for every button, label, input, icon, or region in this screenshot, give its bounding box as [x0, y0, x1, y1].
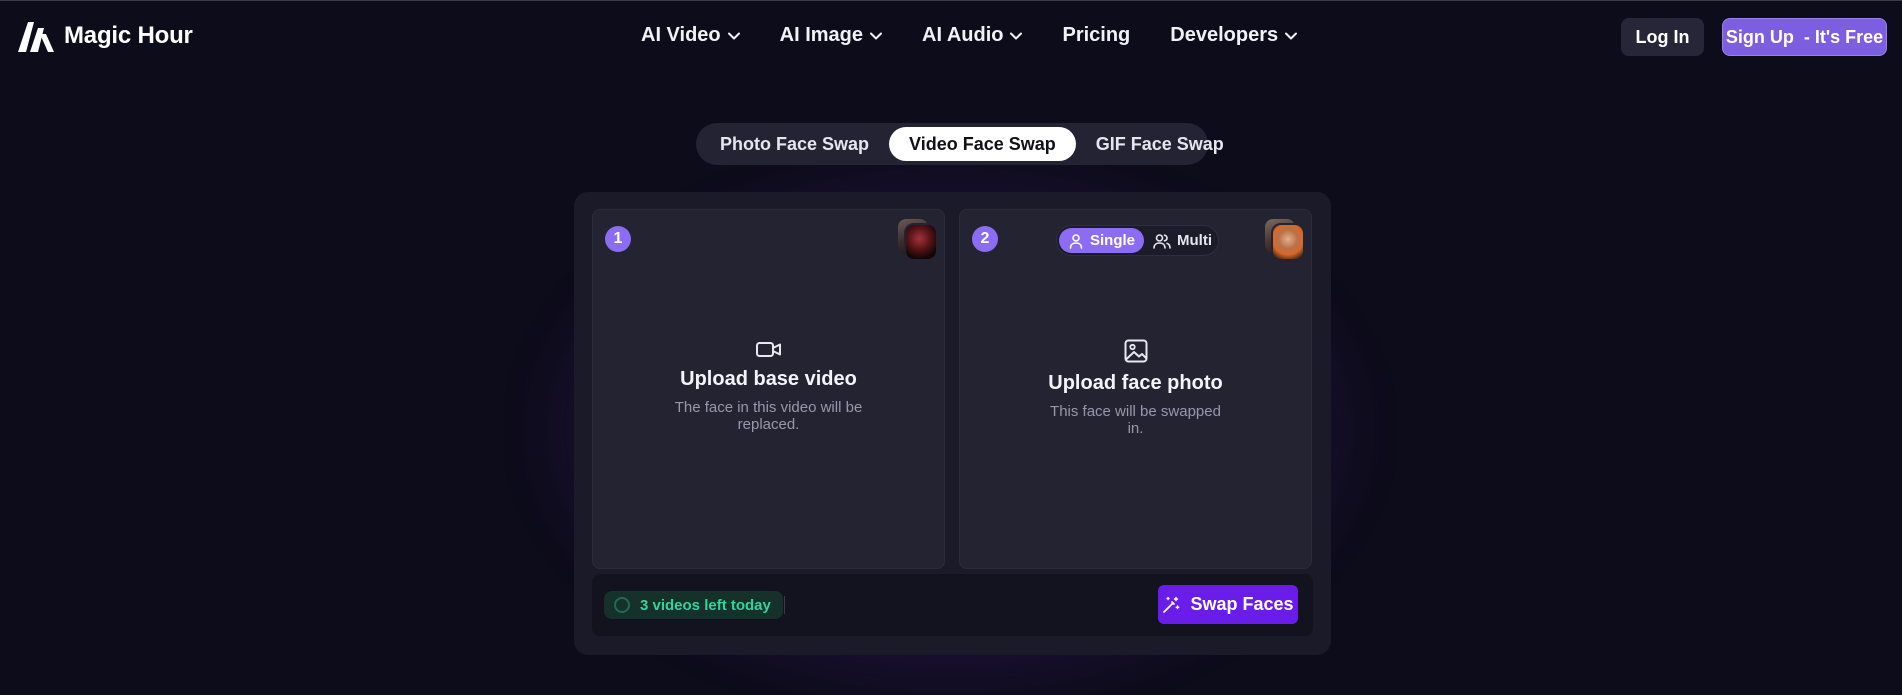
nav-ai-image[interactable]: AI Image: [779, 24, 883, 47]
upload-video-dropzone[interactable]: 1 Upload base video The face in this vid…: [592, 209, 945, 569]
site-header: Magic Hour AI Video AI Image AI Audio Pr…: [0, 0, 1902, 76]
mode-multi-button[interactable]: Multi: [1144, 228, 1221, 253]
chevron-down-icon: [1010, 32, 1023, 40]
users-icon: [1153, 233, 1171, 249]
example-video-thumbnails[interactable]: [894, 217, 940, 263]
nav-label: AI Video: [641, 24, 721, 46]
credits-badge: 3 videos left today: [604, 591, 783, 619]
main-nav: AI Video AI Image AI Audio Pricing Devel…: [641, 24, 1298, 47]
credits-text: 3 videos left today: [640, 596, 771, 614]
example-thumbnail: [1271, 223, 1305, 261]
swap-faces-label: Swap Faces: [1190, 594, 1294, 614]
tab-video-face-swap[interactable]: Video Face Swap: [889, 127, 1076, 161]
nav-pricing[interactable]: Pricing: [1062, 24, 1130, 47]
video-camera-icon: [755, 338, 783, 360]
chevron-down-icon: [870, 32, 883, 40]
chevron-down-icon: [1285, 32, 1298, 40]
example-face-thumbnails[interactable]: [1261, 217, 1307, 263]
nav-label: AI Image: [779, 24, 864, 46]
nav-ai-audio[interactable]: AI Audio: [922, 24, 1023, 47]
upload-video-description: The face in this video will be replaced.: [674, 399, 863, 433]
user-icon: [1068, 233, 1084, 249]
step-badge: 1: [605, 226, 631, 252]
progress-ring-icon: [614, 597, 630, 613]
face-mode-toggle: Single Multi: [1056, 225, 1219, 256]
nav-label: AI Audio: [922, 24, 1004, 46]
upload-face-dropzone[interactable]: 2 Single Multi Upload face photo This fa…: [959, 209, 1312, 569]
divider: [784, 596, 785, 614]
mode-single-button[interactable]: Single: [1059, 228, 1145, 253]
nav-developers[interactable]: Developers: [1170, 24, 1298, 47]
swap-faces-button[interactable]: Swap Faces: [1158, 585, 1298, 624]
action-bar: 3 videos left today Swap Faces: [592, 574, 1313, 636]
upload-face-description: This face will be swapped in.: [1050, 403, 1221, 437]
upload-video-prompt: Upload base video The face in this video…: [593, 338, 944, 433]
magic-hour-logo-icon: [18, 20, 54, 52]
example-thumbnail: [904, 223, 938, 261]
upload-face-title: Upload face photo: [1048, 372, 1223, 394]
step-badge: 2: [972, 226, 998, 252]
tab-gif-face-swap[interactable]: GIF Face Swap: [1076, 127, 1244, 161]
chevron-down-icon: [727, 32, 740, 40]
upload-face-prompt: Upload face photo This face will be swap…: [960, 338, 1311, 437]
face-swap-tabs: Photo Face Swap Video Face Swap GIF Face…: [696, 123, 1224, 165]
magic-wand-icon: [1162, 596, 1180, 614]
login-button[interactable]: Log In: [1621, 18, 1704, 56]
brand-logo[interactable]: Magic Hour: [18, 20, 193, 52]
nav-label: Pricing: [1062, 24, 1131, 46]
nav-ai-video[interactable]: AI Video: [641, 24, 740, 47]
tab-photo-face-swap[interactable]: Photo Face Swap: [700, 127, 889, 161]
mode-label: Single: [1090, 232, 1136, 249]
mode-label: Multi: [1177, 232, 1213, 249]
nav-label: Developers: [1170, 24, 1279, 46]
face-swap-panel: 1 Upload base video The face in this vid…: [574, 192, 1331, 655]
upload-video-title: Upload base video: [680, 368, 857, 390]
signup-button[interactable]: Sign Up - It's Free: [1722, 18, 1887, 56]
image-icon: [1123, 338, 1149, 364]
brand-name: Magic Hour: [64, 22, 193, 49]
